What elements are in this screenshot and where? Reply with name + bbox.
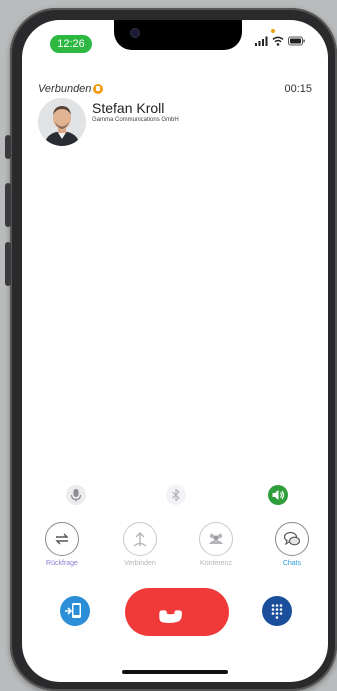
call-screen: 12:26 Verbunden 00:15 Stefan Kroll Gamma… bbox=[22, 20, 328, 682]
speaker-button[interactable] bbox=[267, 484, 289, 506]
call-status: Verbunden bbox=[38, 83, 104, 95]
conference-label: Konferenz bbox=[200, 560, 232, 567]
status-time: 12:26 bbox=[50, 35, 92, 53]
keypad-button[interactable] bbox=[261, 595, 293, 627]
consult-button[interactable]: Rückfrage bbox=[32, 522, 92, 567]
notch bbox=[114, 20, 242, 50]
person-photo bbox=[38, 98, 86, 146]
side-button bbox=[5, 135, 11, 159]
privacy-indicator bbox=[271, 29, 275, 33]
transfer-icon bbox=[133, 532, 147, 547]
volume-up-button bbox=[5, 183, 11, 227]
contact-name: Stefan Kroll bbox=[92, 100, 165, 116]
speaker-icon bbox=[268, 485, 288, 505]
battery-icon bbox=[288, 36, 305, 46]
call-status-text: Verbunden bbox=[38, 83, 92, 95]
chats-button[interactable]: Chats bbox=[262, 522, 322, 567]
chats-label: Chats bbox=[282, 560, 302, 567]
consult-label: Rückfrage bbox=[46, 560, 78, 567]
mute-microphone-icon bbox=[66, 485, 86, 505]
chat-icon bbox=[283, 531, 301, 546]
contact-company: Gamma Communications GmbH bbox=[92, 117, 179, 123]
home-indicator[interactable] bbox=[122, 670, 228, 674]
bluetooth-button[interactable] bbox=[165, 484, 187, 506]
conference-icon bbox=[209, 533, 223, 544]
switch-device-icon bbox=[60, 596, 90, 626]
transfer-circle bbox=[123, 522, 157, 556]
call-duration: 00:15 bbox=[284, 83, 312, 95]
status-icons bbox=[255, 36, 306, 46]
mute-button[interactable] bbox=[65, 484, 87, 506]
volume-down-button bbox=[5, 242, 11, 286]
transfer-button[interactable]: Verbinden bbox=[110, 522, 170, 567]
switch-device-button[interactable] bbox=[59, 595, 91, 627]
chats-circle bbox=[275, 522, 309, 556]
hangup-button[interactable] bbox=[125, 588, 229, 636]
transfer-label: Verbinden bbox=[124, 560, 156, 567]
camera bbox=[131, 29, 139, 37]
lock-icon bbox=[93, 84, 104, 94]
hangup-phone-icon bbox=[125, 588, 229, 636]
wifi-icon bbox=[272, 36, 284, 46]
bluetooth-icon bbox=[166, 485, 186, 505]
consult-icon bbox=[55, 533, 69, 545]
conference-button[interactable]: Konferenz bbox=[186, 522, 246, 567]
signal-icon bbox=[255, 36, 268, 46]
avatar bbox=[38, 98, 86, 146]
keypad-icon bbox=[262, 596, 292, 626]
consult-circle bbox=[45, 522, 79, 556]
conference-circle bbox=[199, 522, 233, 556]
